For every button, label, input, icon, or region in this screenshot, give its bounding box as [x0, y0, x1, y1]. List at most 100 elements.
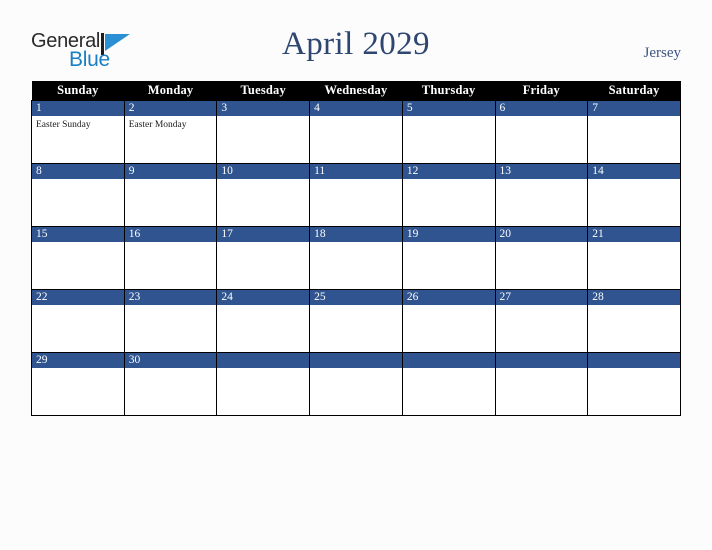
- day-events: [403, 116, 495, 119]
- day-cell-inner: 3: [217, 101, 310, 163]
- weekday-header-thursday: Thursday: [402, 81, 496, 101]
- calendar-day-cell[interactable]: 19: [401, 226, 496, 290]
- day-events: [125, 179, 217, 182]
- day-events: [496, 116, 588, 119]
- day-number: 16: [124, 227, 217, 242]
- day-events: [32, 242, 124, 245]
- day-number: [495, 353, 588, 368]
- calendar-day-cell[interactable]: 17: [216, 226, 311, 290]
- day-events: [403, 368, 495, 371]
- calendar-day-cell[interactable]: 3: [216, 100, 311, 164]
- calendar-day-cell[interactable]: 22: [31, 289, 125, 353]
- day-number: 30: [124, 353, 217, 368]
- calendar-day-cell[interactable]: 6: [494, 100, 589, 164]
- day-number: 14: [588, 164, 680, 179]
- day-number: 22: [32, 290, 124, 305]
- day-cell-inner: 6: [495, 101, 588, 163]
- day-events: [588, 368, 680, 371]
- day-cell-inner: 18: [310, 227, 402, 289]
- day-cell-inner: 12: [402, 164, 495, 226]
- calendar-day-cell[interactable]: [401, 352, 496, 416]
- day-events: [217, 305, 309, 308]
- calendar-day-cell[interactable]: [587, 352, 681, 416]
- calendar-day-cell[interactable]: 8: [31, 163, 125, 227]
- calendar-day-cell[interactable]: 10: [216, 163, 311, 227]
- day-cell-inner: 22: [32, 290, 124, 352]
- day-number: [217, 353, 310, 368]
- calendar-day-cell[interactable]: 27: [494, 289, 589, 353]
- day-number: 10: [217, 164, 310, 179]
- day-events: [403, 179, 495, 182]
- calendar-day-cell[interactable]: 4: [309, 100, 403, 164]
- calendar-day-cell[interactable]: 1 Easter Sunday: [31, 100, 125, 164]
- day-number: 25: [310, 290, 402, 305]
- calendar-day-cell[interactable]: 20: [494, 226, 589, 290]
- day-number: 18: [310, 227, 402, 242]
- day-number: 24: [217, 290, 310, 305]
- day-cell-inner: 2 Easter Monday: [124, 101, 217, 163]
- calendar-day-cell[interactable]: 7: [587, 100, 681, 164]
- calendar-day-cell[interactable]: 9: [123, 163, 218, 227]
- day-number: 26: [402, 290, 495, 305]
- day-cell-inner: 23: [124, 290, 217, 352]
- day-events: [588, 116, 680, 119]
- day-cell-inner: 28: [588, 290, 680, 352]
- calendar-container: Sunday Monday Tuesday Wednesday Thursday Frid…: [31, 81, 681, 416]
- calendar-day-cell[interactable]: 21: [587, 226, 681, 290]
- calendar-day-cell[interactable]: 15: [31, 226, 125, 290]
- day-events: [217, 116, 309, 119]
- calendar-day-cell[interactable]: 14: [587, 163, 681, 227]
- calendar-day-cell[interactable]: 23: [123, 289, 218, 353]
- day-cell-inner: 1 Easter Sunday: [32, 101, 124, 163]
- calendar-day-cell[interactable]: 2 Easter Monday: [123, 100, 218, 164]
- weekday-header-monday: Monday: [124, 81, 217, 101]
- calendar-day-cell[interactable]: [216, 352, 311, 416]
- calendar-week-row: 8 9 10 11 12 13 14: [31, 163, 681, 227]
- day-number: 29: [32, 353, 124, 368]
- day-cell-inner: 11: [310, 164, 402, 226]
- calendar-week-row: 22 23 24 25 26 27 28: [31, 289, 681, 353]
- day-cell-inner: 16: [124, 227, 217, 289]
- calendar-day-cell[interactable]: 26: [401, 289, 496, 353]
- calendar-day-cell[interactable]: 11: [309, 163, 403, 227]
- day-cell-inner: [310, 353, 402, 415]
- day-events: [217, 179, 309, 182]
- calendar-day-cell[interactable]: 5: [401, 100, 496, 164]
- day-number: 17: [217, 227, 310, 242]
- day-cell-inner: 14: [588, 164, 680, 226]
- day-cell-inner: [217, 353, 310, 415]
- day-number: 20: [495, 227, 588, 242]
- calendar-day-cell[interactable]: 13: [494, 163, 589, 227]
- day-events: [32, 368, 124, 371]
- day-number: [588, 353, 680, 368]
- calendar-day-cell[interactable]: 25: [309, 289, 403, 353]
- calendar-day-cell[interactable]: 16: [123, 226, 218, 290]
- day-number: 2: [124, 101, 217, 116]
- calendar-day-cell[interactable]: 18: [309, 226, 403, 290]
- day-number: 3: [217, 101, 310, 116]
- calendar-day-cell[interactable]: [494, 352, 589, 416]
- day-number: 4: [310, 101, 402, 116]
- day-events: [310, 116, 402, 119]
- day-cell-inner: 19: [402, 227, 495, 289]
- calendar-day-cell[interactable]: 12: [401, 163, 496, 227]
- day-events: [496, 242, 588, 245]
- region-label: Jersey: [643, 45, 682, 61]
- day-number: 5: [402, 101, 495, 116]
- day-number: 7: [588, 101, 680, 116]
- calendar-day-cell[interactable]: 30: [123, 352, 218, 416]
- day-events: Easter Monday: [125, 116, 217, 131]
- calendar-day-cell[interactable]: 28: [587, 289, 681, 353]
- calendar-day-cell[interactable]: 24: [216, 289, 311, 353]
- day-events: [125, 305, 217, 308]
- calendar-day-cell[interactable]: [309, 352, 403, 416]
- day-cell-inner: 7: [588, 101, 680, 163]
- day-cell-inner: [495, 353, 588, 415]
- day-events: [32, 305, 124, 308]
- day-cell-inner: 30: [124, 353, 217, 415]
- day-cell-inner: 15: [32, 227, 124, 289]
- day-events: [125, 242, 217, 245]
- day-events: [403, 305, 495, 308]
- calendar-day-cell[interactable]: 29: [31, 352, 125, 416]
- calendar-week-row: 29 30: [31, 352, 681, 416]
